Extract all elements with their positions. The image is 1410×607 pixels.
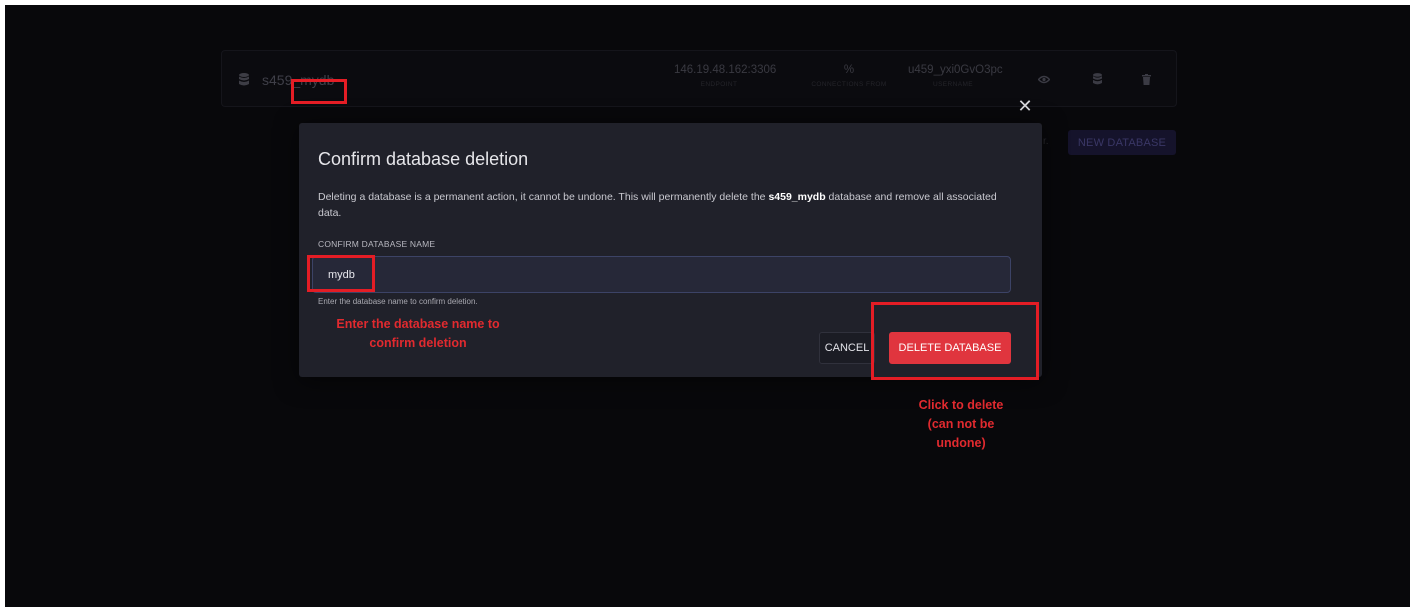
new-database-button[interactable]: NEW DATABASE — [1068, 130, 1176, 155]
description-text-start: Deleting a database is a permanent actio… — [318, 191, 769, 203]
username-column: u459_yxi0GvO3pc USERNAME — [908, 64, 1003, 88]
connections-value: % — [843, 64, 855, 76]
input-annotation: Enter the database name to confirm delet… — [336, 317, 500, 350]
view-button[interactable] — [1033, 68, 1055, 90]
delete-row-button[interactable] — [1135, 68, 1157, 90]
dialog-title: Confirm database deletion — [318, 149, 529, 169]
trash-icon — [1141, 73, 1151, 85]
username-value: u459_yxi0GvO3pc — [908, 64, 1003, 76]
description-db-name: s459_mydb — [768, 191, 826, 203]
database-icon — [1092, 73, 1102, 85]
eye-icon — [1038, 75, 1050, 83]
highlight-delete-button — [871, 302, 1039, 380]
delete-annotation: Click to delete (can not be undone) — [918, 398, 1004, 450]
manage-database-button[interactable] — [1086, 68, 1108, 90]
connections-label: CONNECTIONS FROM — [811, 81, 887, 88]
confirm-name-label: CONFIRM DATABASE NAME — [318, 239, 436, 249]
confirm-name-help: Enter the database name to confirm delet… — [318, 297, 478, 306]
close-icon[interactable]: ✕ — [1017, 97, 1033, 115]
dialog-description: Deleting a database is a permanent actio… — [318, 189, 1018, 221]
app-background: s459_mydb 146.19.48.162:3306 ENDPOINT % … — [5, 5, 1410, 607]
endpoint-value: 146.19.48.162:3306 — [674, 64, 777, 76]
connections-column: % CONNECTIONS FROM — [804, 64, 894, 88]
cancel-button[interactable]: CANCEL — [819, 332, 875, 364]
endpoint-column: 146.19.48.162:3306 ENDPOINT — [674, 64, 777, 88]
highlight-db-name — [291, 79, 347, 104]
database-icon — [239, 73, 249, 86]
endpoint-label: ENDPOINT — [700, 81, 738, 88]
confirm-name-input[interactable] — [312, 256, 1011, 293]
database-row[interactable]: s459_mydb 146.19.48.162:3306 ENDPOINT % … — [221, 50, 1177, 107]
username-label: USERNAME — [932, 81, 974, 88]
highlight-input — [307, 255, 375, 292]
faded-background-text: r. — [1043, 136, 1049, 147]
